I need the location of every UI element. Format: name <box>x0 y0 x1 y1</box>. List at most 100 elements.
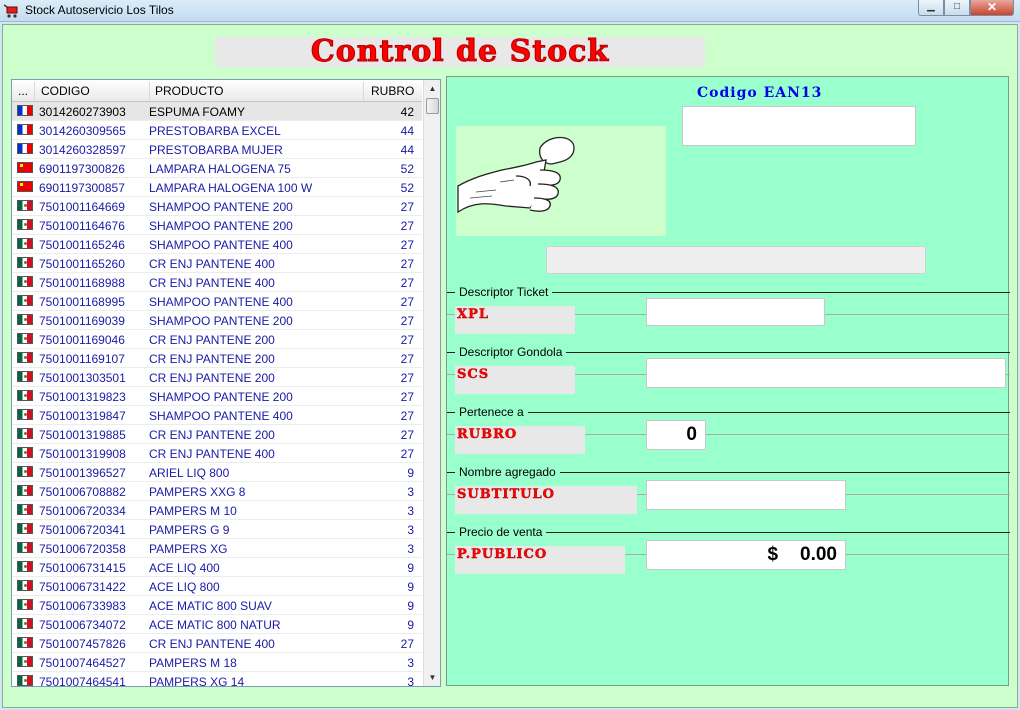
cell-producto: ACE LIQ 800 <box>149 580 220 594</box>
table-row[interactable]: 7501001168988 CR ENJ PANTENE 400 27 <box>12 273 422 292</box>
section-descriptor-ticket: Descriptor Ticket XPL <box>447 284 1010 344</box>
section-caption: Precio de venta <box>455 524 547 540</box>
country-flag-icon <box>17 656 33 667</box>
country-flag-icon <box>17 637 33 648</box>
cell-codigo: 7501001319885 <box>39 428 126 442</box>
cell-rubro: 27 <box>400 276 414 290</box>
scroll-down-button[interactable]: ▼ <box>424 669 440 686</box>
cell-rubro: 44 <box>400 143 414 157</box>
table-row[interactable]: 7501001319847 SHAMPOO PANTENE 400 27 <box>12 406 422 425</box>
table-row[interactable]: 7501007464541 PAMPERS XG 14 3 <box>12 672 422 686</box>
stock-grid[interactable]: ... CODIGO PRODUCTO RUBRO 3014260273903 E… <box>11 79 441 687</box>
country-flag-icon <box>17 599 33 610</box>
cell-producto: PAMPERS XG <box>149 542 228 556</box>
table-row[interactable]: 3014260328597 PRESTOBARBA MUJER 44 <box>12 140 422 159</box>
cell-producto: CR ENJ PANTENE 200 <box>149 428 275 442</box>
column-header-selector[interactable]: ... <box>18 84 28 98</box>
nombre-agregado-input[interactable] <box>646 480 846 510</box>
table-row[interactable]: 7501006731415 ACE LIQ 400 9 <box>12 558 422 577</box>
title-bar[interactable]: Stock Autoservicio Los Tilos ▁ □ ✕ <box>0 0 1020 22</box>
column-divider[interactable] <box>149 82 150 100</box>
precio-publico-input[interactable]: $0.00 <box>646 540 846 570</box>
cell-codigo: 7501001303501 <box>39 371 126 385</box>
table-row[interactable]: 7501001168995 SHAMPOO PANTENE 400 27 <box>12 292 422 311</box>
column-header-producto[interactable]: PRODUCTO <box>155 84 223 98</box>
table-row[interactable]: 6901197300857 LAMPARA HALOGENA 100 W 52 <box>12 178 422 197</box>
table-row[interactable]: 7501006734072 ACE MATIC 800 NATUR 9 <box>12 615 422 634</box>
table-row[interactable]: 7501006733983 ACE MATIC 800 SUAV 9 <box>12 596 422 615</box>
table-row[interactable]: 7501006720358 PAMPERS XG 3 <box>12 539 422 558</box>
table-row[interactable]: 7501006720334 PAMPERS M 10 3 <box>12 501 422 520</box>
cell-producto: SHAMPOO PANTENE 400 <box>149 409 293 423</box>
table-row[interactable]: 7501001164676 SHAMPOO PANTENE 200 27 <box>12 216 422 235</box>
section-caption: Descriptor Gondola <box>455 344 567 360</box>
cell-codigo: 7501001168995 <box>39 295 125 309</box>
section-divider <box>447 412 1010 413</box>
table-row[interactable]: 7501001303501 CR ENJ PANTENE 200 27 <box>12 368 422 387</box>
column-divider[interactable] <box>363 82 364 100</box>
cell-codigo: 7501001169039 <box>39 314 125 328</box>
field-code-label: RUBRO <box>455 426 585 454</box>
table-row[interactable]: 7501006720341 PAMPERS G 9 3 <box>12 520 422 539</box>
cell-codigo: 7501006720341 <box>39 523 126 537</box>
scroll-up-button[interactable]: ▲ <box>424 80 440 97</box>
cell-rubro: 3 <box>407 523 414 537</box>
table-row[interactable]: 7501006731422 ACE LIQ 800 9 <box>12 577 422 596</box>
currency-symbol: $ <box>767 544 779 565</box>
table-row[interactable]: 7501007464527 PAMPERS M 18 3 <box>12 653 422 672</box>
table-row[interactable]: 7501001319885 CR ENJ PANTENE 200 27 <box>12 425 422 444</box>
table-row[interactable]: 3014260273903 ESPUMA FOAMY 42 <box>12 102 422 121</box>
table-row[interactable]: 7501001169107 CR ENJ PANTENE 200 27 <box>12 349 422 368</box>
shopping-cart-icon <box>4 4 18 18</box>
table-row[interactable]: 7501001164669 SHAMPOO PANTENE 200 27 <box>12 197 422 216</box>
cell-rubro: 27 <box>400 371 414 385</box>
table-row[interactable]: 7501001165260 CR ENJ PANTENE 400 27 <box>12 254 422 273</box>
grid-rows: 3014260273903 ESPUMA FOAMY 42 3014260309565… <box>12 102 422 686</box>
table-row[interactable]: 6901197300826 LAMPARA HALOGENA 75 52 <box>12 159 422 178</box>
descriptor-ticket-input[interactable] <box>646 298 825 326</box>
cell-producto: CR ENJ PANTENE 400 <box>149 257 275 271</box>
maximize-button[interactable]: □ <box>944 0 970 16</box>
minimize-button[interactable]: ▁ <box>918 0 944 16</box>
cell-producto: ESPUMA FOAMY <box>149 105 246 119</box>
cell-codigo: 7501006733983 <box>39 599 126 613</box>
table-row[interactable]: 7501006708882 PAMPERS XXG 8 3 <box>12 482 422 501</box>
cell-producto: CR ENJ PANTENE 200 <box>149 352 275 366</box>
table-row[interactable]: 7501001165246 SHAMPOO PANTENE 400 27 <box>12 235 422 254</box>
section-descriptor-gondola: Descriptor Gondola SCS <box>447 344 1010 404</box>
cell-producto: PAMPERS M 18 <box>149 656 237 670</box>
ean-code-input[interactable] <box>682 106 916 146</box>
vertical-scrollbar[interactable]: ▲ ▼ <box>423 80 440 686</box>
column-header-codigo[interactable]: CODIGO <box>41 84 90 98</box>
cell-codigo: 6901197300826 <box>39 162 125 176</box>
country-flag-icon <box>17 276 33 287</box>
table-row[interactable]: 7501001319823 SHAMPOO PANTENE 200 27 <box>12 387 422 406</box>
column-divider[interactable] <box>34 82 35 100</box>
cell-codigo: 7501001165260 <box>39 257 125 271</box>
cell-codigo: 7501001165246 <box>39 238 125 252</box>
scanner-image <box>456 126 666 236</box>
table-row[interactable]: 7501001169039 SHAMPOO PANTENE 200 27 <box>12 311 422 330</box>
close-button[interactable]: ✕ <box>970 0 1014 16</box>
country-flag-icon <box>17 219 33 230</box>
scroll-thumb[interactable] <box>426 98 439 114</box>
country-flag-icon <box>17 257 33 268</box>
country-flag-icon <box>17 333 33 344</box>
table-row[interactable]: 3014260309565 PRESTOBARBA EXCEL 44 <box>12 121 422 140</box>
cell-codigo: 7501001319823 <box>39 390 126 404</box>
table-row[interactable]: 7501001319908 CR ENJ PANTENE 400 27 <box>12 444 422 463</box>
country-flag-icon <box>17 542 33 553</box>
cell-codigo: 7501001319908 <box>39 447 126 461</box>
cell-rubro: 52 <box>400 181 414 195</box>
table-row[interactable]: 7501001169046 CR ENJ PANTENE 200 27 <box>12 330 422 349</box>
table-row[interactable]: 7501007457826 CR ENJ PANTENE 400 27 <box>12 634 422 653</box>
cell-codigo: 7501007464527 <box>39 656 126 670</box>
cell-rubro: 3 <box>407 656 414 670</box>
descriptor-gondola-input[interactable] <box>646 358 1006 388</box>
app-window: Stock Autoservicio Los Tilos ▁ □ ✕ Contr… <box>0 0 1020 710</box>
rubro-input[interactable]: 0 <box>646 420 706 450</box>
country-flag-icon <box>17 238 33 249</box>
cell-rubro: 27 <box>400 295 414 309</box>
column-header-rubro[interactable]: RUBRO <box>371 84 414 98</box>
table-row[interactable]: 7501001396527 ARIEL LIQ 800 9 <box>12 463 422 482</box>
